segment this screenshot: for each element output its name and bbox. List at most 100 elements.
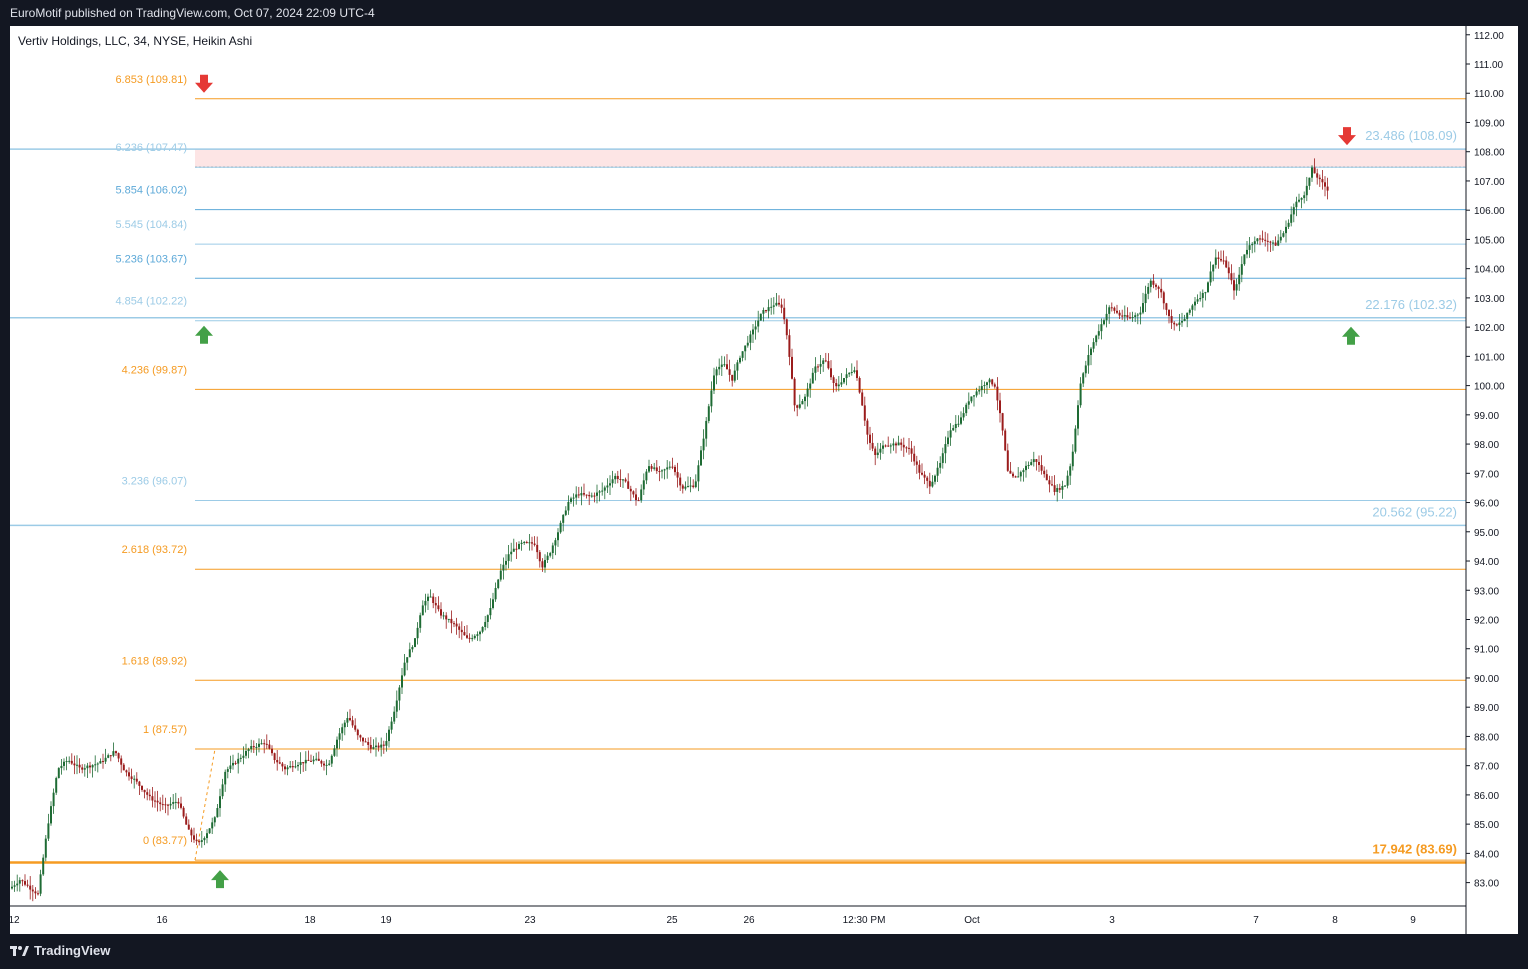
candle-body [1170,316,1173,323]
candle-body [372,747,375,749]
candle-body [726,364,728,370]
candle-body [1012,473,1014,477]
candle-body [793,378,796,406]
candle-body [1290,214,1293,223]
candle-body [850,371,853,373]
candle-body [99,761,102,764]
candle-body [1240,264,1243,275]
candle-body [1266,240,1269,242]
candle-body [759,313,762,321]
candle-body [671,466,674,468]
candle-body [265,743,268,745]
candle-body [146,792,149,795]
candle-body [941,453,944,463]
candle-body [720,364,723,367]
candle-body [1194,301,1196,306]
candle-body [367,741,370,745]
candle-body [1162,292,1165,304]
candle-body [440,609,442,616]
candle-body [1212,264,1215,272]
candle-body [1095,335,1098,343]
candle-body [421,605,424,616]
candle-body [453,623,455,625]
candle-body [26,884,29,886]
candle-body [278,762,281,764]
candle-body [1295,201,1298,208]
candle-body [707,406,710,421]
candle-body [1051,484,1053,486]
candle-body [434,603,437,606]
y-tick-label: 98.00 [1474,440,1499,451]
candle-body [733,370,736,381]
candle-body [892,443,895,446]
candle-body [1017,476,1020,478]
candle-body [661,470,663,472]
candle-body [294,766,297,768]
candle-body [502,564,505,571]
x-tick-label: 25 [666,915,678,926]
candle-body [414,638,416,647]
candle-body [1134,315,1137,318]
candle-body [798,404,801,408]
candle-body [541,561,544,568]
candle-body [148,794,151,797]
candle-body [1079,383,1082,406]
candle-body [650,466,653,469]
candle-body [1199,297,1202,300]
candle-body [658,471,661,473]
candle-body [1168,309,1170,317]
candle-body [551,545,554,554]
chart-frame[interactable]: 0 (83.77) 1 (87.57) 1.618 (89.92) 2.618 (93… [8,26,1518,934]
candle-body [684,486,687,489]
candle-body [1116,310,1118,313]
candle-body [863,405,866,421]
candle-body [356,729,359,736]
candle-body [1123,315,1126,317]
candle-body [273,753,276,761]
fib-level-label: 4.854 (102.22) [115,296,187,308]
candle-body [185,816,188,825]
candle-body [731,374,734,381]
chart-canvas[interactable]: 0 (83.77) 1 (87.57) 1.618 (89.92) 2.618 (93… [8,26,1518,934]
candle-body [359,735,362,738]
candle-body [1217,257,1220,259]
candle-body [986,382,988,386]
candle-body [762,310,765,314]
candle-body [830,368,832,378]
y-tick-label: 100.00 [1474,382,1505,393]
candle-body [983,385,986,387]
candle-body [260,743,263,745]
candle-body [1311,167,1313,178]
candle-body [362,737,364,742]
candle-body [1014,476,1017,478]
candle-body [996,386,999,401]
candle-body [915,461,918,465]
candle-body [713,375,715,391]
candle-body [549,553,552,556]
candle-body [1318,177,1321,180]
candle-body [619,479,622,481]
candle-body [923,474,926,478]
candle-body [109,755,112,757]
y-tick-label: 85.00 [1474,820,1499,831]
candle-body [281,763,284,767]
candle-body [44,838,47,858]
candle-body [718,366,721,370]
candle-body [1092,342,1095,349]
candle-body [250,746,253,750]
candle-body [333,748,336,756]
candle-body [255,746,258,748]
candle-body [216,808,219,818]
signal-arrow-down [1338,127,1356,146]
y-tick-label: 111.00 [1474,60,1504,71]
candle-body [533,543,536,545]
candle-body [1238,274,1241,285]
tradingview-logo[interactable]: TradingView [10,943,110,958]
candle-body [952,428,955,431]
candle-body [866,420,869,435]
candle-body [377,745,380,748]
candle-body [1298,199,1300,202]
candle-body [611,479,614,484]
tradingview-brand: TradingView [34,943,111,958]
candle-body [286,767,289,770]
